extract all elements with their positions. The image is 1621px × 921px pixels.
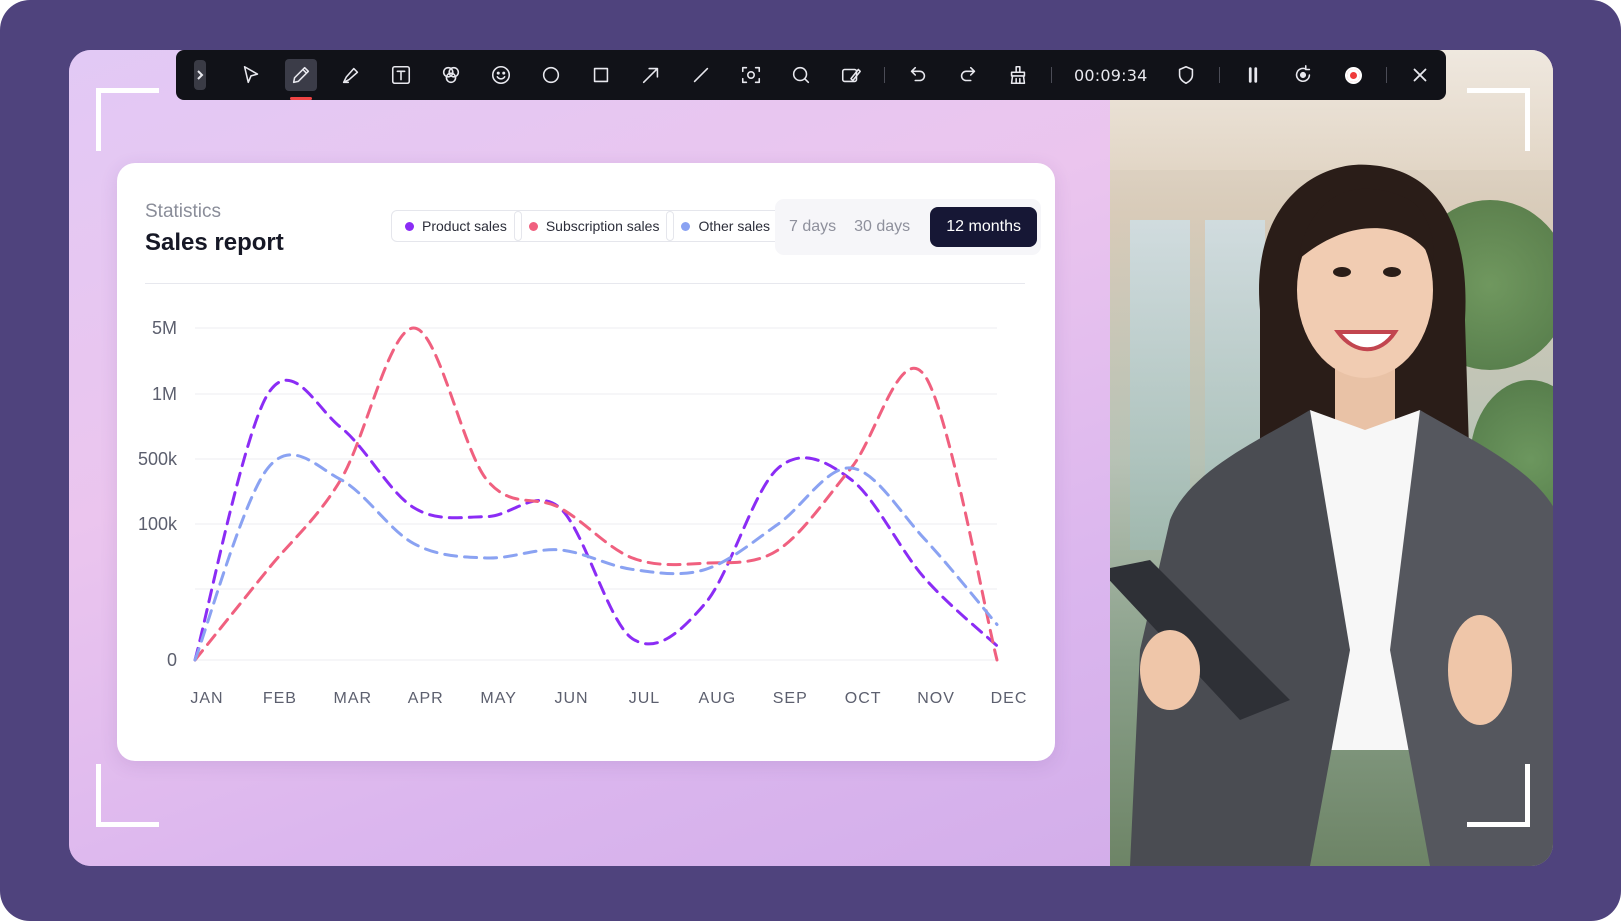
series-line-subscription-sales	[193, 326, 999, 662]
y-tick-label: 1M	[152, 384, 177, 404]
annotation-toolbar: 00:09:34	[176, 50, 1446, 100]
redo-icon	[960, 66, 976, 82]
cursor-icon	[243, 65, 259, 84]
line-tool-button[interactable]	[676, 50, 726, 100]
legend-divider	[513, 211, 522, 241]
rectangle-tool-button[interactable]	[576, 50, 626, 100]
y-tick-label: 500k	[138, 449, 178, 469]
pause-button[interactable]	[1228, 50, 1278, 100]
emoji-tool-button[interactable]	[476, 50, 526, 100]
redo-button[interactable]	[943, 50, 993, 100]
capture-corner-bottom-right[interactable]	[1467, 764, 1530, 827]
x-tick-label: JUL	[629, 690, 660, 707]
capture-corner-bottom-left[interactable]	[96, 764, 159, 827]
restart-button[interactable]	[1278, 50, 1328, 100]
y-tick-label: 100k	[138, 514, 178, 534]
legend-dot	[528, 221, 538, 231]
series-line-other-sales	[193, 453, 999, 662]
magnifier-icon	[792, 66, 810, 84]
legend-dot	[405, 221, 414, 231]
capture-corner-top-left[interactable]	[96, 88, 159, 151]
x-tick-label: MAR	[334, 690, 373, 707]
pencil-icon	[292, 66, 310, 84]
x-tick-label: JAN	[190, 690, 223, 707]
chart-legend: Product sales Subscription sales Other s…	[391, 210, 785, 242]
x-tick-label: MAY	[480, 690, 516, 707]
shield-icon	[1179, 65, 1194, 85]
period-switcher: 7 days 30 days 12 months	[775, 199, 1041, 255]
x-tick-label: SEP	[773, 690, 808, 707]
smiley-icon	[491, 65, 511, 85]
highlighter-icon	[342, 67, 359, 84]
text-box-icon	[391, 65, 411, 85]
presenter-webcam	[1110, 50, 1553, 866]
x-tick-label: OCT	[845, 690, 882, 707]
text-tool-button[interactable]	[376, 50, 426, 100]
hide-toolbar-button[interactable]	[1161, 50, 1211, 100]
legend-product-sales[interactable]: Product sales	[400, 218, 512, 234]
clear-button[interactable]	[993, 50, 1043, 100]
legend-label: Other sales	[698, 218, 771, 234]
series-line-product-sales	[193, 378, 999, 662]
legend-subscription-sales[interactable]: Subscription sales	[524, 218, 665, 234]
eraser-broom-icon	[1010, 65, 1026, 85]
undo-icon	[910, 66, 926, 82]
whiteboard-icon	[841, 68, 861, 83]
arrow-icon	[642, 67, 659, 84]
pen-tool-active-bg	[285, 59, 317, 91]
screenshot-icon	[741, 66, 761, 84]
square-icon	[593, 67, 609, 83]
restart-icon	[1296, 65, 1311, 83]
record-button[interactable]	[1328, 50, 1378, 100]
select-tool-button[interactable]	[226, 50, 276, 100]
x-tick-label: FEB	[263, 690, 297, 707]
shapes-tool-button[interactable]	[426, 50, 476, 100]
circle-tool-button[interactable]	[526, 50, 576, 100]
chevron-right-icon	[197, 70, 204, 80]
legend-label: Subscription sales	[545, 218, 660, 234]
period-12-months[interactable]: 12 months	[930, 207, 1037, 247]
line-icon	[693, 67, 709, 83]
toolbar-separator	[1051, 67, 1052, 83]
legend-other-sales[interactable]: Other sales	[676, 218, 775, 234]
toolbar-separator	[1386, 67, 1388, 83]
presenter-figure	[1110, 164, 1553, 866]
toolbar-separator	[884, 67, 885, 83]
x-tick-label: APR	[408, 690, 444, 707]
y-tick-label: 0	[167, 650, 177, 670]
screenshot-tool-button[interactable]	[726, 50, 776, 100]
record-dot-icon	[1344, 66, 1362, 84]
card-title: Sales report	[145, 229, 284, 256]
zoom-tool-button[interactable]	[776, 50, 826, 100]
x-tick-label: NOV	[917, 690, 955, 707]
legend-divider	[666, 211, 675, 241]
capture-corner-top-right[interactable]	[1467, 88, 1530, 151]
highlighter-tool-button[interactable]	[326, 50, 376, 100]
pause-icon	[1249, 67, 1258, 83]
x-tick-label: DEC	[991, 690, 1028, 707]
shapes-icon	[442, 66, 460, 84]
whiteboard-tool-button[interactable]	[826, 50, 876, 100]
card-divider	[145, 283, 1025, 284]
circle-icon	[542, 66, 560, 84]
arrow-tool-button[interactable]	[626, 50, 676, 100]
card-subtitle: Statistics	[145, 201, 222, 222]
close-icon	[1414, 68, 1427, 82]
x-tick-label: JUN	[554, 690, 588, 707]
y-tick-label: 5M	[152, 318, 177, 338]
toolbar-separator	[1219, 67, 1221, 83]
pen-tool-button[interactable]	[276, 50, 326, 100]
sales-line-chart: 5M 1M 500k 100k 0 JAN FEB MAR APR MAY JUN JUL AUG SEP…	[138, 318, 1028, 707]
undo-button[interactable]	[893, 50, 943, 100]
sales-report-card: Statistics Sales report Product sales Su…	[117, 163, 1055, 761]
period-7-days[interactable]: 7 days	[789, 218, 836, 236]
legend-dot	[681, 221, 691, 231]
app-frame: 00:09:34 Statistics Sales report Product…	[0, 0, 1621, 921]
recording-timer: 00:09:34	[1074, 65, 1148, 85]
x-tick-label: AUG	[699, 690, 737, 707]
close-button[interactable]	[1395, 50, 1445, 100]
legend-label: Product sales	[422, 218, 507, 234]
period-30-days[interactable]: 30 days	[854, 218, 910, 236]
expand-toolbar-button[interactable]	[194, 60, 206, 90]
